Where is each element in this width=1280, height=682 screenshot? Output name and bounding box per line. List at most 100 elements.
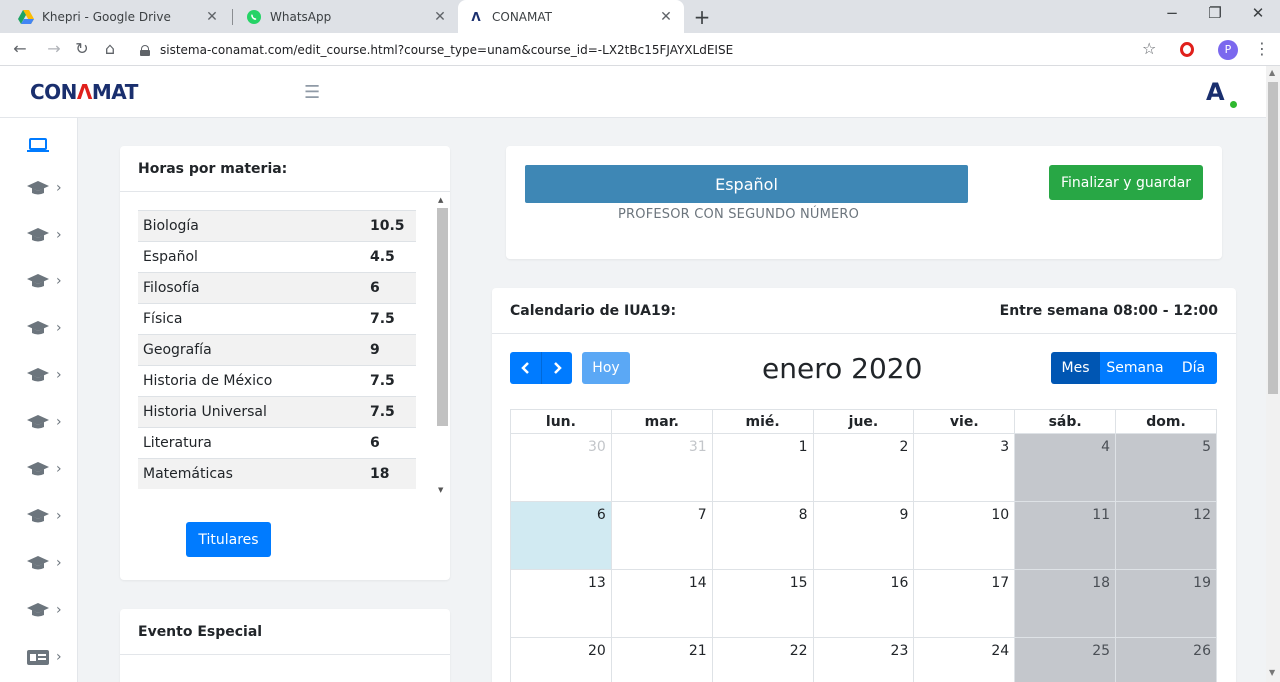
chevron-right-icon: › xyxy=(56,320,62,336)
close-tab-icon[interactable]: ✕ xyxy=(432,9,448,25)
calendar-day[interactable]: 13 xyxy=(510,569,612,638)
table-row: Filosofía 6 xyxy=(138,272,416,303)
scroll-down-icon[interactable]: ▼ xyxy=(1269,668,1275,677)
calendar-day[interactable]: 4 xyxy=(1014,433,1117,502)
close-tab-icon[interactable]: ✕ xyxy=(658,9,674,25)
calendar-day[interactable]: 16 xyxy=(812,569,915,638)
sidebar-item-course[interactable]: › xyxy=(26,598,70,622)
calendar-day[interactable]: 14 xyxy=(610,569,713,638)
today-button[interactable]: Hoy xyxy=(582,352,630,384)
bookmark-star-icon[interactable]: ☆ xyxy=(1142,39,1156,58)
whatsapp-icon xyxy=(246,9,262,25)
calendar-day[interactable]: 7 xyxy=(610,501,713,570)
chevron-right-icon: › xyxy=(56,508,62,524)
sidebar-item-course[interactable]: › xyxy=(26,504,70,528)
calendar-day[interactable]: 15 xyxy=(711,569,814,638)
titulares-button[interactable]: Titulares xyxy=(186,522,271,557)
conamat-logo[interactable]: CONΛMAT xyxy=(30,80,138,104)
calendar-day[interactable]: 2 xyxy=(812,433,915,502)
save-finish-button[interactable]: Finalizar y guardar xyxy=(1049,165,1203,200)
calendar-day[interactable]: 31 xyxy=(610,433,713,502)
close-tab-icon[interactable]: ✕ xyxy=(204,9,220,25)
month-title: enero 2020 xyxy=(762,352,923,385)
calendar-day[interactable]: 25 xyxy=(1014,637,1117,682)
url-field[interactable]: sistema-conamat.com/edit_course.html?cou… xyxy=(140,40,733,60)
address-bar: ← → ↻ ⌂ sistema-conamat.com/edit_course.… xyxy=(0,33,1280,66)
sidebar-item-course[interactable]: › xyxy=(26,457,70,481)
minimize-icon[interactable]: − xyxy=(1160,4,1184,22)
tab-whatsapp[interactable]: WhatsApp ✕ xyxy=(236,0,458,33)
calendar-day[interactable]: 20 xyxy=(510,637,612,682)
calendar-day[interactable]: 30 xyxy=(510,433,612,502)
tab-title: Khepri - Google Drive xyxy=(42,9,171,24)
calendar-day[interactable]: 1 xyxy=(711,433,814,502)
calendar-day[interactable]: 3 xyxy=(913,433,1016,502)
tab-conamat[interactable]: Λ CONAMAT ✕ xyxy=(458,0,684,33)
sidebar-item-course[interactable]: › xyxy=(26,316,70,340)
url-text: sistema-conamat.com/edit_course.html?cou… xyxy=(160,43,734,57)
sidebar-item-course[interactable]: › xyxy=(26,551,70,575)
calendar-day[interactable]: 12 xyxy=(1115,501,1217,570)
view-week-button[interactable]: Semana xyxy=(1100,352,1170,384)
hours-scrollbar[interactable]: ▲ ▼ xyxy=(436,192,449,498)
subject-button[interactable]: Español xyxy=(525,165,968,203)
close-window-icon[interactable]: ✕ xyxy=(1246,4,1270,22)
forward-icon[interactable]: → xyxy=(44,39,64,58)
browser-menu-icon[interactable]: ⋮ xyxy=(1254,39,1270,58)
scroll-up-icon[interactable]: ▲ xyxy=(1269,68,1275,77)
calendar-day[interactable]: 21 xyxy=(610,637,713,682)
calendar-day-today[interactable]: 6 xyxy=(510,501,612,570)
calendar-day[interactable]: 5 xyxy=(1115,433,1217,502)
reload-icon[interactable]: ↻ xyxy=(72,39,92,58)
calendar-day[interactable]: 19 xyxy=(1115,569,1217,638)
page-scrollbar[interactable]: ▲ ▼ xyxy=(1266,66,1280,682)
prev-month-button[interactable] xyxy=(510,352,541,384)
calendar-day[interactable]: 23 xyxy=(812,637,915,682)
scrollbar-thumb[interactable] xyxy=(437,208,448,426)
table-row: Español 4.5 xyxy=(138,241,416,272)
scroll-down-icon[interactable]: ▼ xyxy=(438,486,443,494)
sidebar-item-id-card[interactable]: › xyxy=(26,645,70,669)
sidebar-item-course[interactable]: › xyxy=(26,269,70,293)
scrollbar-thumb[interactable] xyxy=(1268,82,1278,394)
calendar-day[interactable]: 17 xyxy=(913,569,1016,638)
brand-logo[interactable]: A xyxy=(1206,78,1225,106)
table-row: Historia Universal 7.5 xyxy=(138,396,416,427)
sidebar-item-course[interactable]: › xyxy=(26,363,70,387)
sidebar-item-course[interactable]: › xyxy=(26,410,70,434)
calendar-day[interactable]: 24 xyxy=(913,637,1016,682)
calendar-day[interactable]: 9 xyxy=(812,501,915,570)
restore-icon[interactable]: ❐ xyxy=(1203,4,1227,22)
chevron-right-icon: › xyxy=(56,414,62,430)
scroll-up-icon[interactable]: ▲ xyxy=(438,196,443,204)
lock-icon xyxy=(140,44,150,56)
calendar-week-row: 6 7 8 9 10 11 12 xyxy=(510,501,1217,570)
back-icon[interactable]: ← xyxy=(10,39,30,58)
calendar-day[interactable]: 18 xyxy=(1014,569,1117,638)
opera-extension-icon[interactable] xyxy=(1180,42,1194,57)
app-header: CONΛMAT ☰ A xyxy=(0,66,1266,118)
hamburger-menu-icon[interactable]: ☰ xyxy=(304,82,320,103)
table-row: Física 7.5 xyxy=(138,303,416,334)
special-event-card: Evento Especial xyxy=(120,609,450,682)
view-day-button[interactable]: Día xyxy=(1170,352,1217,384)
view-month-button[interactable]: Mes xyxy=(1051,352,1100,384)
profile-avatar[interactable]: P xyxy=(1218,40,1238,60)
next-month-button[interactable] xyxy=(541,352,572,384)
calendar-day[interactable]: 26 xyxy=(1115,637,1217,682)
calendar-day[interactable]: 22 xyxy=(711,637,814,682)
tab-google-drive[interactable]: Khepri - Google Drive ✕ xyxy=(8,0,230,33)
sidebar-item-course[interactable]: › xyxy=(26,223,70,247)
calendar-day[interactable]: 10 xyxy=(913,501,1016,570)
calendar-grid: lun. mar. mié. jue. vie. sáb. dom. 30 31… xyxy=(510,409,1217,682)
tab-separator xyxy=(232,9,233,25)
calendar-day[interactable]: 11 xyxy=(1014,501,1117,570)
calendar-day[interactable]: 8 xyxy=(711,501,814,570)
home-icon[interactable]: ⌂ xyxy=(100,39,120,58)
table-row: Matemáticas 18 xyxy=(138,458,416,489)
chevron-right-icon: › xyxy=(56,461,62,477)
sidebar-item-course[interactable]: › xyxy=(26,176,70,200)
sidebar-item-dashboard[interactable] xyxy=(26,133,70,157)
google-drive-icon xyxy=(18,9,34,25)
new-tab-icon[interactable]: + xyxy=(692,5,712,29)
